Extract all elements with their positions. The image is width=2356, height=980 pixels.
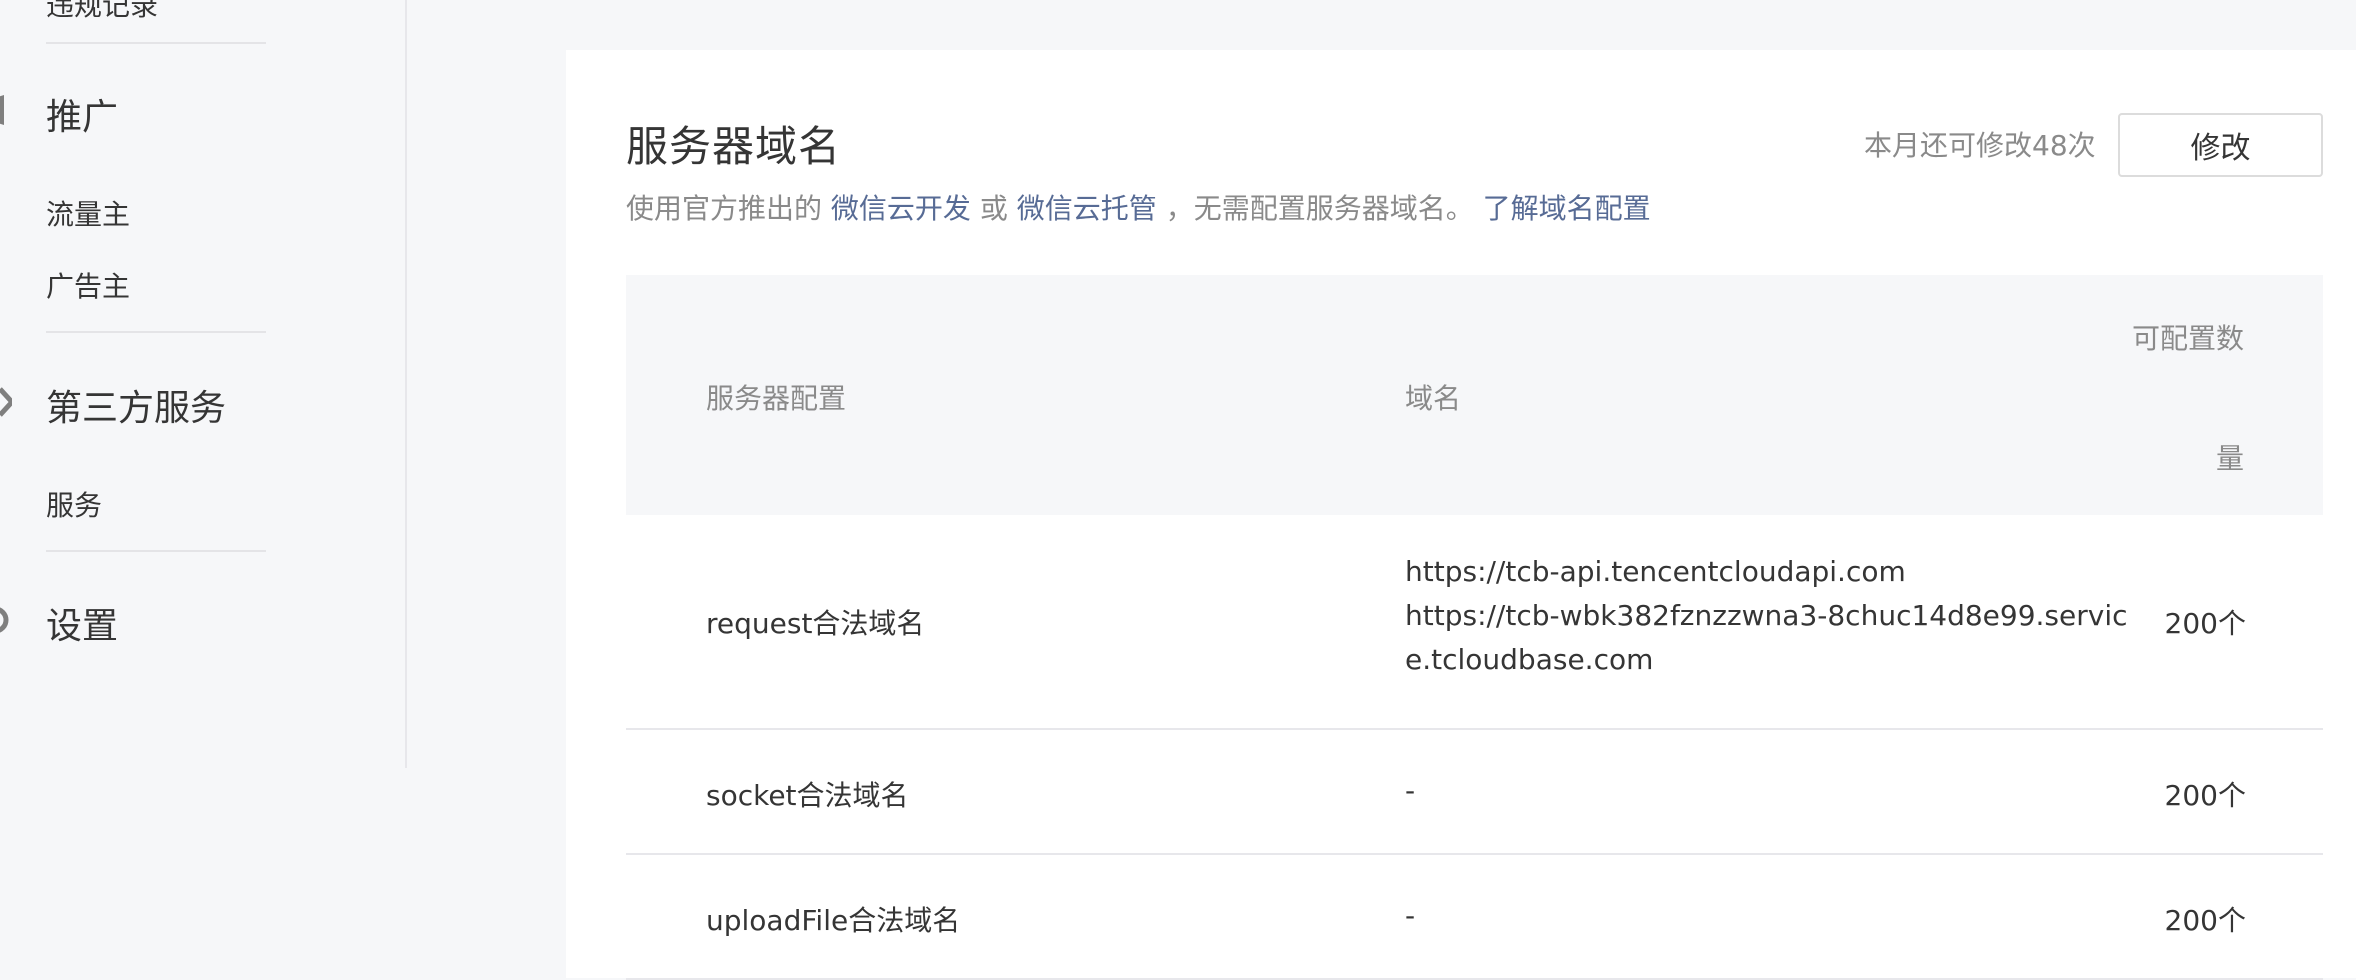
domain-value: - <box>1405 774 1416 807</box>
modify-button[interactable]: 修改 <box>2118 113 2323 177</box>
config-name: socket合法域名 <box>706 779 909 812</box>
gear-icon <box>0 603 12 637</box>
sidebar-section-third-party: 第三方服务 <box>46 388 227 429</box>
sidebar-item-advertiser[interactable]: 广告主 <box>46 265 130 305</box>
desc-text: 使用官方推出的 <box>626 192 823 225</box>
sidebar-item-violation-records[interactable]: 违规记录 <box>46 0 158 24</box>
sidebar-item-traffic-owner[interactable]: 流量主 <box>46 193 130 233</box>
config-name: request合法域名 <box>706 607 925 640</box>
config-name: uploadFile合法域名 <box>706 904 961 937</box>
learn-domain-config-link[interactable]: 了解域名配置 <box>1483 192 1651 225</box>
domain-value: - <box>1405 899 1416 932</box>
wechat-cloud-hosting-link[interactable]: 微信云托管 <box>1017 192 1157 225</box>
sidebar-divider <box>46 331 266 333</box>
domain-value: https://tcb-api.tencentcloudapi.com <box>1405 555 1906 588</box>
domain-list: https://tcb-api.tencentcloudapi.com http… <box>1405 550 2128 682</box>
config-count: 200个 <box>2164 607 2246 640</box>
column-header-count-cont: 量 <box>2216 442 2245 475</box>
sidebar-border <box>405 0 407 768</box>
config-count: 200个 <box>2164 904 2246 937</box>
sidebar-section-promotion: 推广 <box>46 97 119 138</box>
sidebar-item-services[interactable]: 服务 <box>46 484 102 524</box>
sidebar: 违规记录 推广 流量主 广告主 第三方服务 服务 设置 <box>0 0 407 978</box>
column-header-config: 服务器配置 <box>706 382 847 415</box>
table-row: request合法域名 https://tcb-api.tencentcloud… <box>626 515 2323 730</box>
table-row: socket合法域名 - 200个 <box>626 730 2323 855</box>
promotion-icon <box>0 93 12 127</box>
page-title: 服务器域名 <box>626 122 842 171</box>
domain-value: https://tcb-wbk382fznzzwna3-8chuc14d8e99… <box>1405 599 2128 632</box>
column-header-count: 可配置数 <box>2132 322 2245 355</box>
domain-value: e.tcloudbase.com <box>1405 643 1654 676</box>
desc-text: ，无需配置服务器域名。 <box>1165 192 1474 225</box>
sidebar-divider <box>46 550 266 552</box>
server-domain-card: 服务器域名 使用官方推出的 微信云开发 或 微信云托管 ，无需配置服务器域名。 … <box>566 50 2356 980</box>
column-header-domain: 域名 <box>1405 382 1462 415</box>
plugin-icon <box>0 385 12 419</box>
sidebar-divider <box>46 42 266 44</box>
table-header: 服务器配置 域名 可配置数 量 <box>626 275 2323 515</box>
card-description: 使用官方推出的 微信云开发 或 微信云托管 ，无需配置服务器域名。 了解域名配置 <box>626 187 1651 227</box>
desc-text: 或 <box>979 192 1008 225</box>
domain-table: 服务器配置 域名 可配置数 量 request合法域名 https://tcb-… <box>626 275 2323 980</box>
wechat-cloud-dev-link[interactable]: 微信云开发 <box>831 192 971 225</box>
sidebar-section-settings[interactable]: 设置 <box>46 597 118 649</box>
remaining-modifications: 本月还可修改48次 <box>1864 129 2096 162</box>
table-row: uploadFile合法域名 - 200个 <box>626 855 2323 980</box>
config-count: 200个 <box>2164 779 2246 812</box>
